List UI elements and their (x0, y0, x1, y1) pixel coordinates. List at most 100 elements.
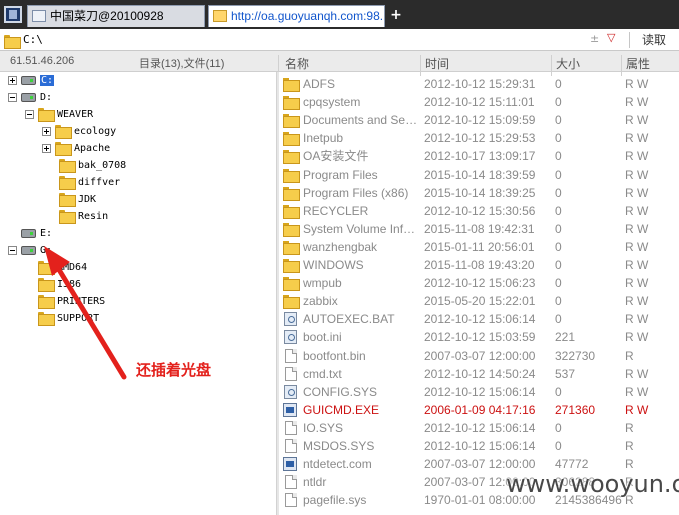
file-row[interactable]: AUTOEXEC.BAT 2012-10-12 15:06:14 0 R W (279, 310, 679, 328)
file-attr: R W (625, 330, 649, 345)
folder-icon (283, 95, 300, 111)
file-row[interactable]: Program Files (x86) 2015-10-14 18:39:25 0 R… (279, 184, 679, 202)
folder-icon (283, 222, 300, 237)
tree-node[interactable]: E: (21, 226, 52, 243)
path-dropdown-icon[interactable]: ▽ (607, 31, 615, 44)
tree-node[interactable]: JDK (59, 192, 96, 209)
folder-icon (283, 186, 300, 201)
file-attr: R W (625, 239, 649, 254)
file-row[interactable]: cmd.txt 2012-10-12 14:50:24 537 R W (279, 365, 679, 383)
file-time: 2012-10-12 15:11:01 (424, 95, 535, 110)
file-time: 2012-10-12 15:06:14 (424, 312, 536, 327)
file-row[interactable]: OA安装文件 2012-10-17 13:09:17 0 R W (279, 147, 679, 165)
file-attr: R W (625, 113, 649, 128)
file-name: pagefile.sys (303, 493, 367, 508)
file-attr: R (625, 439, 634, 453)
file-time: 2015-05-20 15:22:01 (424, 294, 536, 309)
file-row[interactable]: MSDOS.SYS 2012-10-12 15:06:14 0 R (279, 437, 679, 455)
file-row[interactable]: bootfont.bin 2007-03-07 12:00:00 322730 R (279, 347, 679, 365)
file-size: 0 (555, 384, 562, 399)
file-row[interactable]: ADFS 2012-10-12 15:29:31 0 R W (279, 75, 679, 93)
tree-node[interactable]: Resin (59, 209, 108, 226)
tree-node[interactable]: G: (8, 243, 52, 260)
collapse-icon[interactable] (8, 245, 17, 255)
file-row[interactable]: RECYCLER 2012-10-12 15:30:56 0 R W (279, 202, 679, 220)
file-time: 2015-11-08 19:42:31 (424, 221, 535, 236)
tree-node[interactable]: C: (8, 73, 55, 90)
column-header-size[interactable]: 大小 (556, 55, 580, 72)
file-size: 0 (555, 185, 562, 200)
tree-node[interactable]: PRINTERS (38, 294, 105, 311)
tab-caidao[interactable]: 中国菜刀@20100928 (27, 5, 205, 27)
file-row[interactable]: boot.ini 2012-10-12 15:03:59 221 R W (279, 328, 679, 346)
file-name: MSDOS.SYS (303, 439, 375, 453)
file-name: wanzhengbak (303, 239, 378, 254)
tree-node[interactable]: SUPPORT (38, 311, 99, 328)
tree-node[interactable]: bak_0708 (59, 158, 126, 175)
file-row[interactable]: wmpub 2012-10-12 15:06:23 0 R W (279, 274, 679, 292)
file-row[interactable]: GUICMD.EXE 2006-01-09 04:17:16 271360 R W (279, 401, 679, 419)
file-size: 0 (555, 95, 562, 110)
tree-node[interactable]: ecology (42, 124, 116, 141)
collapse-icon[interactable] (8, 92, 17, 102)
tree-node[interactable]: Apache (42, 141, 110, 158)
expand-icon[interactable] (42, 126, 51, 136)
file-name: boot.ini (303, 330, 342, 345)
tree-node[interactable]: diffver (59, 175, 120, 192)
file-time: 2012-10-17 13:09:17 (424, 149, 536, 164)
file-row[interactable]: Documents and Settings 2012-10-12 15:09:5… (279, 111, 679, 129)
tab-bar: 中国菜刀@20100928 http://oa.guoyuanqh.com:98… (0, 0, 679, 29)
tree-node[interactable]: AMD64 (38, 260, 87, 277)
tree-node-label: Resin (78, 211, 109, 222)
file-size: 0 (555, 77, 562, 91)
gear-icon (284, 312, 297, 327)
tree-node-label: AMD64 (57, 262, 88, 273)
file-row[interactable]: Inetpub 2012-10-12 15:29:53 0 R W (279, 129, 679, 147)
tree-node-label: Apache (74, 143, 111, 154)
collapse-icon[interactable] (25, 109, 34, 119)
file-row[interactable]: IO.SYS 2012-10-12 15:06:14 0 R (279, 419, 679, 437)
tab-label: http://oa.guoyuanqh.com:98... (231, 9, 385, 23)
read-button[interactable]: 读取 (631, 31, 677, 49)
list-header: 61.51.46.206 目录(13),文件(11) 名称 时间 大小 属性 (0, 51, 679, 76)
app-menu-icon[interactable] (4, 6, 22, 23)
divider (629, 32, 630, 48)
file-time: 2012-10-12 15:03:59 (424, 330, 536, 345)
file-time: 2006-01-09 04:17:16 (424, 402, 536, 417)
file-time: 2012-10-12 15:09:59 (424, 113, 536, 128)
file-name: Inetpub (303, 131, 344, 146)
folder-icon (283, 77, 300, 92)
column-header-time[interactable]: 时间 (425, 55, 449, 72)
path-adjust-control[interactable]: ± (590, 32, 599, 45)
path-input[interactable]: C:\ (23, 33, 43, 46)
folder-icon (59, 210, 76, 224)
file-row[interactable]: zabbix 2015-05-20 15:22:01 0 R W (279, 292, 679, 310)
file-size: 0 (555, 258, 562, 272)
tree-node[interactable]: D: (8, 90, 52, 107)
column-header-name[interactable]: 名称 (285, 55, 309, 72)
tab-label: 中国菜刀@20100928 (50, 9, 164, 23)
tab-url[interactable]: http://oa.guoyuanqh.com:98... (208, 5, 385, 27)
file-name: Program Files (303, 167, 378, 182)
file-row[interactable]: wanzhengbak 2015-01-11 20:56:01 0 R W (279, 238, 679, 256)
file-row[interactable]: cpqsystem 2012-10-12 15:11:01 0 R W (279, 93, 679, 111)
file-name: Documents and Settings (303, 113, 419, 128)
file-row[interactable]: CONFIG.SYS 2012-10-12 15:06:14 0 R W (279, 383, 679, 401)
expand-icon[interactable] (42, 143, 51, 153)
tree-node-label: E: (40, 228, 53, 239)
file-name: IO.SYS (303, 420, 344, 435)
expand-icon[interactable] (8, 75, 17, 85)
column-header-attr[interactable]: 属性 (626, 55, 650, 72)
add-tab-button[interactable]: + (388, 5, 404, 25)
tree-node[interactable]: WEAVER (25, 107, 93, 124)
app-icon (283, 457, 297, 472)
file-row[interactable]: System Volume Inform... 2015-11-08 19:42:… (279, 220, 679, 238)
file-name: OA安装文件 (303, 149, 369, 164)
tree-node[interactable]: I386 (38, 277, 81, 294)
file-row[interactable]: Program Files 2015-10-14 18:39:59 0 R W (279, 166, 679, 184)
file-attr: R W (625, 131, 649, 146)
tree-node-label: diffver (78, 177, 121, 188)
file-time: 2015-01-11 20:56:01 (424, 239, 535, 254)
file-row[interactable]: WINDOWS 2015-11-08 19:43:20 0 R W (279, 256, 679, 274)
file-size: 0 (555, 149, 562, 164)
